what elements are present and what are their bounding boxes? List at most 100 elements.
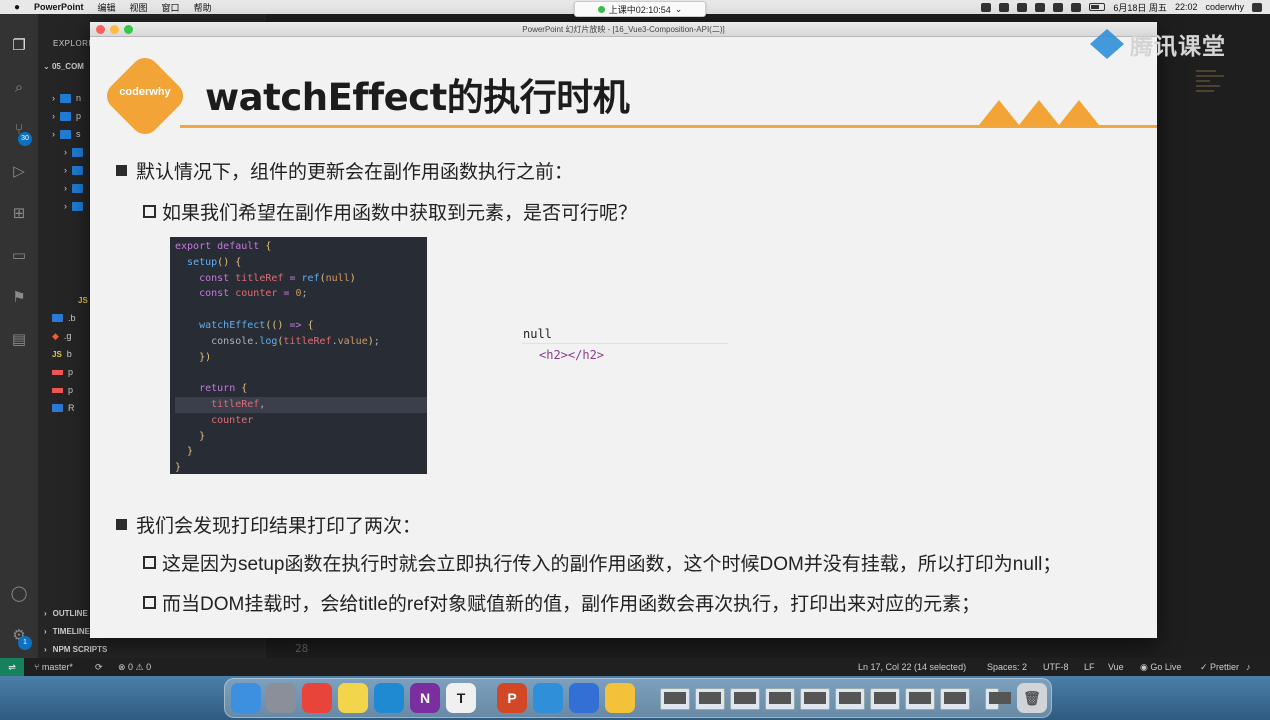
screen-capture-icon[interactable] <box>569 683 599 713</box>
battery-icon[interactable] <box>1089 3 1106 11</box>
tree-item[interactable]: p <box>52 383 73 397</box>
tree-item[interactable]: › p <box>52 109 81 123</box>
class-timer[interactable]: 上课中02:10:54 ⌄ <box>574 1 706 17</box>
remote-explorer-icon[interactable]: ▭ <box>9 246 29 266</box>
language-mode[interactable]: Vue <box>1108 662 1124 672</box>
chevron-right-icon: › <box>64 147 67 157</box>
tree-item[interactable]: › <box>64 199 88 213</box>
notes-icon[interactable] <box>338 683 368 713</box>
launchpad-icon[interactable] <box>266 683 296 713</box>
folder-icon <box>72 147 83 157</box>
tree-item[interactable]: .b <box>52 311 76 325</box>
dock-window-thumbnail[interactable] <box>940 688 970 710</box>
menubar-user[interactable]: coderwhy <box>1205 2 1244 12</box>
account-icon[interactable]: ◯ <box>9 584 29 604</box>
explorer-icon[interactable]: ❐ <box>9 36 29 56</box>
tree-item[interactable]: › s <box>52 127 81 141</box>
decoration-triangle <box>1019 100 1059 125</box>
tree-item-label: p <box>68 385 74 395</box>
run-debug-icon[interactable]: ▷ <box>9 162 29 182</box>
apple-menu-icon[interactable]: ● <box>10 2 24 13</box>
screen-record-icon[interactable] <box>981 2 992 12</box>
live-dot-icon <box>597 5 605 13</box>
dock-window-thumbnail[interactable] <box>905 688 935 710</box>
menubar-date[interactable]: 6月18日 周五 <box>1113 1 1167 14</box>
menu-help[interactable]: 帮助 <box>194 1 212 14</box>
slide[interactable]: coderwhy watchEffect的执行时机 默认情况下，组件的更新会在副… <box>90 37 1157 638</box>
git-file-icon: ◆ <box>52 330 59 341</box>
app-menu[interactable]: PowerPoint <box>34 2 84 12</box>
status-wechat-icon[interactable] <box>1035 2 1046 12</box>
dock-window-thumbnail[interactable] <box>695 688 725 710</box>
end-of-line[interactable]: LF <box>1084 662 1095 672</box>
remote-icon[interactable]: ⇌ <box>0 658 24 676</box>
dock-window-thumbnail[interactable] <box>835 688 865 710</box>
file-icon <box>52 314 63 322</box>
folder-icon[interactable]: ▤ <box>9 330 29 350</box>
outline-section[interactable]: › OUTLINE <box>44 609 88 618</box>
git-branch[interactable]: ⑂ master* <box>34 662 73 672</box>
dock-document-thumbnail[interactable] <box>660 688 690 710</box>
timeline-section[interactable]: › TIMELINE <box>44 627 90 636</box>
dock-window-thumbnail[interactable] <box>800 688 830 710</box>
menu-window[interactable]: 窗口 <box>162 1 180 14</box>
tree-item[interactable]: JS b <box>52 347 72 361</box>
notification-bell-icon[interactable]: ♪ <box>1246 662 1251 672</box>
onenote-icon[interactable]: N <box>410 683 440 713</box>
dock-document-thumbnail[interactable] <box>985 688 1011 710</box>
control-center-icon[interactable] <box>1252 2 1262 12</box>
status-bar: ⇌ ⑂ master* ⟳ ⊗ 0 ⚠ 0 Ln 17, Col 22 (14 … <box>0 658 1270 676</box>
menubar-time[interactable]: 22:02 <box>1175 2 1198 12</box>
close-window-icon[interactable] <box>96 25 105 34</box>
zoom-window-icon[interactable] <box>124 25 133 34</box>
typora-icon[interactable]: T <box>446 683 476 713</box>
tree-item[interactable]: R <box>52 401 75 415</box>
status-shield-icon[interactable] <box>1017 2 1028 12</box>
finder-icon[interactable] <box>231 683 261 713</box>
go-live-button[interactable]: ◉ Go Live <box>1140 662 1181 673</box>
project-folder[interactable]: ⌄ 05_COM <box>43 62 84 71</box>
vscode-icon[interactable] <box>374 683 404 713</box>
indentation[interactable]: Spaces: 2 <box>987 662 1027 672</box>
npm-scripts-section[interactable]: › NPM SCRIPTS <box>44 645 107 654</box>
bluetooth-icon[interactable] <box>1053 2 1064 12</box>
tree-item[interactable]: › <box>64 145 88 159</box>
sync-icon[interactable]: ⟳ <box>95 662 103 673</box>
tree-item[interactable]: › <box>64 163 88 177</box>
folder-icon <box>60 111 71 121</box>
activity-bar: ❐ ⌕ ⑂ 30 ▷ ⊞ ▭ ⚑ ▤ ◯ ⚙ 1 <box>0 14 38 658</box>
tree-item[interactable]: › <box>64 181 88 195</box>
wps-icon[interactable] <box>605 683 635 713</box>
console-line-null: null <box>522 324 728 344</box>
status-p-icon[interactable] <box>999 2 1010 12</box>
search-icon[interactable]: ⌕ <box>9 78 29 98</box>
tree-item[interactable]: › n <box>52 91 81 105</box>
menu-view[interactable]: 视图 <box>130 1 148 14</box>
bookmark-icon[interactable]: ⚑ <box>9 288 29 308</box>
line-number: 28 <box>295 642 309 655</box>
extensions-icon[interactable]: ⊞ <box>9 204 29 224</box>
minimize-window-icon[interactable] <box>110 25 119 34</box>
encoding[interactable]: UTF-8 <box>1043 662 1069 672</box>
tencent-class-icon[interactable] <box>533 683 563 713</box>
decoration-triangle <box>1059 100 1099 125</box>
trash-icon[interactable]: 🗑 <box>1017 683 1047 713</box>
tree-item[interactable]: ◆ .g <box>52 329 71 343</box>
folder-icon <box>60 129 71 139</box>
menu-edit[interactable]: 编辑 <box>98 1 116 14</box>
dock-window-thumbnail[interactable] <box>730 688 760 710</box>
dock-window-thumbnail[interactable] <box>765 688 795 710</box>
code-line: export default { <box>175 241 272 252</box>
powerpoint-icon[interactable]: P <box>497 683 527 713</box>
window-titlebar[interactable]: PowerPoint 幻灯片放映 - [16_Vue3-Composition-… <box>90 22 1157 37</box>
wifi-icon[interactable] <box>1071 2 1082 12</box>
chrome-icon[interactable] <box>302 683 332 713</box>
prettier-button[interactable]: ✓ Prettier <box>1200 662 1239 673</box>
problems-count[interactable]: ⊗ 0 ⚠ 0 <box>118 662 151 673</box>
dock-window-thumbnail[interactable] <box>870 688 900 710</box>
cursor-position[interactable]: Ln 17, Col 22 (14 selected) <box>858 662 966 672</box>
minimap[interactable] <box>1196 70 1226 120</box>
settings-badge: 1 <box>18 636 32 650</box>
tree-item[interactable]: p <box>52 365 73 379</box>
tree-item[interactable]: JS <box>78 293 88 307</box>
